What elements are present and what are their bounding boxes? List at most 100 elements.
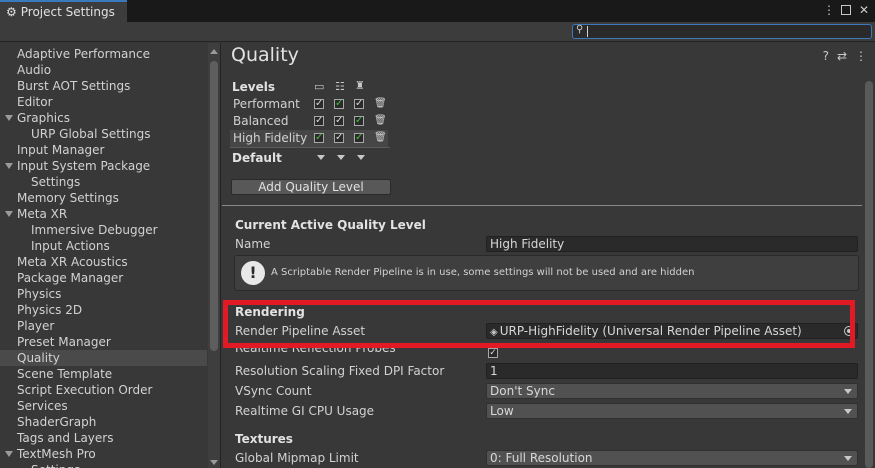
sidebar-item[interactable]: Immersive Debugger [31, 222, 158, 238]
search-input[interactable]: ⚲ [572, 24, 872, 39]
more-options-icon[interactable]: ⋮ [823, 3, 835, 17]
sidebar-item[interactable]: TextMesh Pro [17, 446, 96, 462]
default-dropdown-standalone[interactable] [317, 155, 325, 160]
sidebar-item[interactable]: Burst AOT Settings [17, 78, 130, 94]
sidebar-item-label: Input Manager [17, 143, 105, 157]
sidebar-item[interactable]: ShaderGraph [17, 414, 96, 430]
sidebar-item[interactable]: Settings [31, 174, 80, 190]
sidebar-item[interactable]: Graphics [17, 110, 70, 126]
sidebar-item[interactable]: Input Manager [17, 142, 105, 158]
expand-arrow-icon[interactable] [5, 115, 13, 121]
sidebar-item[interactable]: Meta XR [17, 206, 67, 222]
sidebar-item[interactable]: Services [17, 398, 68, 414]
sidebar-item[interactable]: Meta XR Acoustics [17, 254, 128, 270]
help-icon[interactable]: ? [823, 49, 829, 63]
sidebar-item[interactable]: Audio [17, 62, 51, 78]
more-options-icon[interactable]: ⋮ [855, 49, 867, 63]
sidebar-item-label: Immersive Debugger [31, 223, 158, 237]
platform-checkbox[interactable]: ✓ [334, 133, 344, 143]
sidebar-item[interactable]: Input Actions [31, 238, 110, 254]
name-label: Name [235, 237, 271, 251]
gear-icon: ⚙ [6, 5, 17, 19]
sidebar-item-label: Burst AOT Settings [17, 79, 131, 93]
dpi-factor-label: Resolution Scaling Fixed DPI Factor [235, 364, 445, 378]
sidebar-item-label: Physics [17, 287, 62, 301]
realtime-reflection-checkbox[interactable]: ✓ [488, 348, 498, 358]
sidebar-item[interactable]: Package Manager [17, 270, 123, 286]
trash-icon[interactable]: 🗑 [374, 98, 387, 109]
sidebar-item[interactable]: Scene Template [17, 366, 112, 382]
platform-checkbox[interactable]: ✓ [334, 116, 344, 126]
main-scroll-thumb[interactable] [865, 81, 873, 468]
sidebar-item[interactable]: Physics [17, 286, 61, 302]
default-dropdown-server[interactable] [337, 155, 345, 160]
sidebar-item-label: Script Execution Order [17, 383, 153, 397]
chevron-down-icon [844, 456, 852, 461]
section-divider [222, 205, 862, 206]
sidebar-item[interactable]: Editor [17, 94, 53, 110]
sidebar-item-label: Graphics [17, 111, 70, 125]
platform-checkbox[interactable]: ✓ [314, 116, 324, 126]
trash-icon[interactable]: 🗑 [374, 132, 387, 143]
dpi-factor-field[interactable]: 1 [486, 363, 858, 379]
sidebar-item[interactable]: Physics 2D [17, 302, 82, 318]
sidebar-item-label: Meta XR [17, 207, 68, 221]
maximize-icon[interactable] [841, 5, 851, 15]
gi-cpu-label: Realtime GI CPU Usage [235, 404, 375, 418]
expand-arrow-icon[interactable] [5, 211, 13, 217]
sidebar-item[interactable]: Quality [0, 350, 207, 366]
sidebar-item[interactable]: Preset Manager [17, 334, 111, 350]
add-quality-level-button[interactable]: Add Quality Level [231, 179, 391, 195]
search-icon: ⚲ [576, 24, 584, 35]
sidebar-scroll-thumb[interactable] [210, 61, 218, 351]
default-dropdown-android[interactable] [357, 155, 365, 160]
sidebar-item-label: URP Global Settings [31, 127, 151, 141]
close-icon[interactable]: ✕ [859, 3, 869, 17]
tab-title: Project Settings [20, 5, 115, 19]
sidebar-item-label: Preset Manager [17, 335, 111, 349]
sidebar-item-label: Meta XR Acoustics [17, 255, 128, 269]
sidebar-item[interactable]: Input System Package [17, 158, 150, 174]
header-icons: ? ⇄ ⋮ [823, 49, 867, 63]
sidebar-item-label: Adaptive Performance [17, 47, 150, 61]
textures-heading: Textures [235, 432, 293, 446]
expand-arrow-icon[interactable] [5, 163, 13, 169]
platform-checkbox[interactable]: ✓ [354, 99, 364, 109]
vsync-dropdown[interactable]: Don't Sync [486, 383, 858, 399]
name-field[interactable]: High Fidelity [486, 236, 858, 252]
platform-checkbox[interactable]: ✓ [314, 99, 324, 109]
sidebar-item-label: ShaderGraph [17, 415, 97, 429]
sidebar-item[interactable]: Adaptive Performance [17, 46, 150, 62]
levels-separator [230, 147, 390, 148]
platform-checkbox[interactable]: ✓ [314, 133, 324, 143]
scroll-down-icon[interactable] [210, 460, 218, 465]
warning-icon: ! [241, 261, 265, 285]
platform-checkbox[interactable]: ✓ [334, 99, 344, 109]
highlight-annotation [223, 300, 855, 348]
sidebar-item-label: Editor [17, 95, 53, 109]
trash-icon[interactable]: 🗑 [374, 115, 387, 126]
preset-icon[interactable]: ⇄ [837, 49, 847, 63]
sidebar-item[interactable]: Memory Settings [17, 190, 119, 206]
expand-arrow-icon[interactable] [5, 451, 13, 457]
sidebar-item-label: Input System Package [17, 159, 151, 173]
sidebar-item[interactable]: Tags and Layers [17, 430, 113, 446]
chevron-down-icon [844, 409, 852, 414]
vsync-label: VSync Count [235, 384, 312, 398]
quality-level-name[interactable]: Balanced [233, 114, 288, 128]
sidebar-item[interactable]: Script Execution Order [17, 382, 152, 398]
tab-project-settings[interactable]: ⚙ Project Settings [0, 0, 127, 22]
scroll-up-icon[interactable] [210, 49, 218, 54]
gi-cpu-dropdown[interactable]: Low [486, 403, 858, 419]
sidebar-item[interactable]: URP Global Settings [31, 126, 150, 142]
quality-level-name[interactable]: Performant [233, 97, 300, 111]
mipmap-limit-dropdown[interactable]: 0: Full Resolution [486, 450, 858, 466]
sidebar-item[interactable]: Player [17, 318, 54, 334]
sidebar-scrollbar[interactable] [208, 43, 220, 468]
sidebar-item[interactable]: Settings [31, 462, 80, 468]
platform-checkbox[interactable]: ✓ [354, 116, 364, 126]
main-scrollbar[interactable] [864, 81, 874, 468]
platform-checkbox[interactable]: ✓ [354, 133, 364, 143]
quality-level-name[interactable]: High Fidelity [233, 131, 307, 145]
sidebar-item-label: Input Actions [31, 239, 110, 253]
